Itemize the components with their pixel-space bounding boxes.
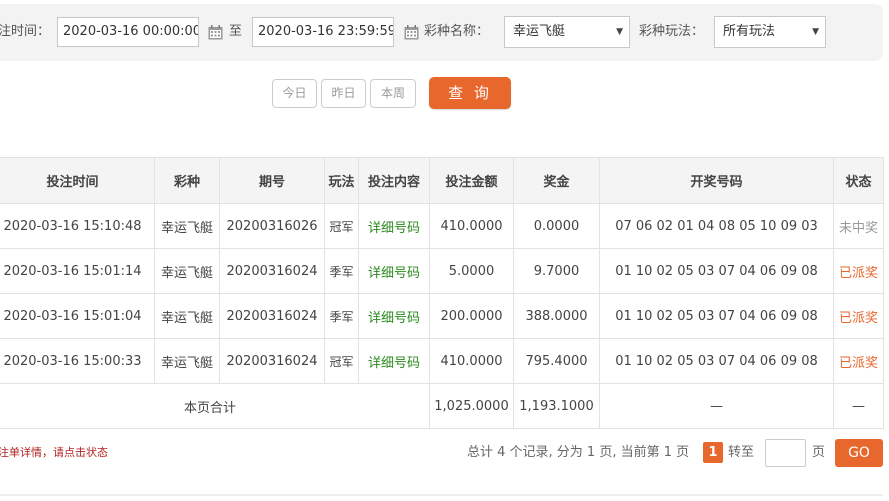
- draw-numbers-cell: 01 10 02 05 03 07 04 06 09 08: [599, 293, 834, 339]
- bet-time-cell: 2020-03-16 15:01:14: [0, 248, 155, 294]
- play-type-select[interactable]: 所有玩法 ▼: [714, 16, 826, 48]
- draw-numbers-cell: 01 10 02 05 03 07 04 06 09 08: [599, 338, 834, 384]
- content-cell: 详细号码: [358, 293, 430, 339]
- pagination-summary: 总计 4 个记录, 分为 1 页, 当前第 1 页: [467, 445, 690, 460]
- triangle-down-icon: ▼: [812, 27, 819, 37]
- draw-numbers-cell: 01 10 02 05 03 07 04 06 09 08: [599, 248, 834, 294]
- summary-prize: 1,193.1000: [513, 383, 600, 429]
- play-cell: 冠军: [324, 338, 359, 384]
- bet-time-cell: 2020-03-16 15:01:04: [0, 293, 155, 339]
- end-time-input[interactable]: 2020-03-16 23:59:59: [252, 17, 394, 47]
- status-link[interactable]: 已派奖: [839, 356, 878, 371]
- bet-time-cell: 2020-03-16 15:00:33: [0, 338, 155, 384]
- prize-cell: 388.0000: [513, 293, 600, 339]
- yesterday-button[interactable]: 昨日: [321, 79, 366, 108]
- issue-cell: 20200316024: [219, 248, 325, 294]
- start-time-input[interactable]: 2020-03-16 00:00:00: [57, 17, 199, 47]
- table-row: 2020-03-16 15:01:14 幸运飞艇 20200316024 季军 …: [0, 248, 884, 294]
- issue-cell: 20200316026: [219, 203, 325, 249]
- summary-row: 本页合计 1,025.0000 1,193.1000 — —: [0, 383, 884, 429]
- amount-cell: 200.0000: [429, 293, 514, 339]
- lottery-select[interactable]: 幸运飞艇 ▼: [504, 16, 630, 48]
- col-header-play: 玩法: [324, 157, 359, 204]
- play-type-label: 彩种玩法：: [639, 24, 705, 39]
- lottery-name-label: 彩种名称：: [424, 24, 490, 39]
- issue-cell: 20200316024: [219, 293, 325, 339]
- col-header-prize: 奖金: [513, 157, 600, 204]
- prize-cell: 0.0000: [513, 203, 600, 249]
- goto-label: 转至: [728, 445, 755, 460]
- amount-cell: 5.0000: [429, 248, 514, 294]
- table-header-row: 投注时间 彩种 期号 玩法 投注内容 投注金额 奖金 开奖号码 状态: [0, 157, 884, 204]
- col-header-status: 状态: [833, 157, 884, 204]
- status-cell: 未中奖: [833, 203, 884, 249]
- table-row: 2020-03-16 15:00:33 幸运飞艇 20200316024 冠军 …: [0, 338, 884, 384]
- content-cell: 详细号码: [358, 203, 430, 249]
- col-header-draw-numbers: 开奖号码: [599, 157, 834, 204]
- content-cell: 详细号码: [358, 248, 430, 294]
- status-link[interactable]: 已派奖: [839, 311, 878, 326]
- play-type-select-value: 所有玩法: [723, 24, 776, 39]
- calendar-icon[interactable]: [208, 25, 223, 40]
- lottery-cell: 幸运飞艇: [154, 203, 220, 249]
- lottery-cell: 幸运飞艇: [154, 293, 220, 339]
- status-hint-text: 注单详情，请点击状态: [0, 446, 108, 459]
- summary-label: 本页合计: [0, 383, 430, 429]
- col-header-bet-time: 投注时间: [0, 157, 155, 204]
- table-row: 2020-03-16 15:01:04 幸运飞艇 20200316024 季军 …: [0, 293, 884, 339]
- status-link[interactable]: 已派奖: [839, 266, 878, 281]
- goto-page-input[interactable]: [765, 439, 806, 467]
- page-unit-label: 页: [812, 445, 826, 460]
- detail-numbers-link[interactable]: 详细号码: [368, 221, 420, 236]
- play-cell: 季军: [324, 248, 359, 294]
- detail-numbers-link[interactable]: 详细号码: [368, 311, 420, 326]
- content-cell: 详细号码: [358, 338, 430, 384]
- play-cell: 冠军: [324, 203, 359, 249]
- prize-cell: 9.7000: [513, 248, 600, 294]
- col-header-issue: 期号: [219, 157, 325, 204]
- bet-time-label: 注时间：: [0, 24, 51, 39]
- amount-cell: 410.0000: [429, 203, 514, 249]
- bet-records-table: 投注时间 彩种 期号 玩法 投注内容 投注金额 奖金 开奖号码 状态 2020-…: [0, 157, 884, 429]
- status-link[interactable]: 未中奖: [839, 221, 878, 236]
- this-week-button[interactable]: 本周: [370, 79, 416, 108]
- col-header-amount: 投注金额: [429, 157, 514, 204]
- bet-time-cell: 2020-03-16 15:10:48: [0, 203, 155, 249]
- detail-numbers-link[interactable]: 详细号码: [368, 356, 420, 371]
- table-row: 2020-03-16 15:10:48 幸运飞艇 20200316026 冠军 …: [0, 203, 884, 249]
- triangle-down-icon: ▼: [616, 27, 623, 37]
- lottery-cell: 幸运飞艇: [154, 338, 220, 384]
- summary-amount: 1,025.0000: [429, 383, 514, 429]
- go-button[interactable]: GO: [835, 439, 883, 467]
- search-button[interactable]: 查 询: [429, 77, 511, 109]
- lottery-cell: 幸运飞艇: [154, 248, 220, 294]
- summary-status: —: [833, 383, 884, 429]
- play-cell: 季军: [324, 293, 359, 339]
- issue-cell: 20200316024: [219, 338, 325, 384]
- summary-draw-numbers: —: [599, 383, 834, 429]
- col-header-lottery: 彩种: [154, 157, 220, 204]
- col-header-content: 投注内容: [358, 157, 430, 204]
- current-page-button[interactable]: 1: [703, 442, 723, 463]
- bottom-divider: [0, 494, 883, 496]
- amount-cell: 410.0000: [429, 338, 514, 384]
- status-cell: 已派奖: [833, 293, 884, 339]
- status-cell: 已派奖: [833, 338, 884, 384]
- detail-numbers-link[interactable]: 详细号码: [368, 266, 420, 281]
- prize-cell: 795.4000: [513, 338, 600, 384]
- today-button[interactable]: 今日: [272, 79, 317, 108]
- to-label: 至: [229, 24, 243, 39]
- lottery-select-value: 幸运飞艇: [513, 24, 566, 39]
- status-cell: 已派奖: [833, 248, 884, 294]
- calendar-icon[interactable]: [404, 25, 419, 40]
- draw-numbers-cell: 07 06 02 01 04 08 05 10 09 03: [599, 203, 834, 249]
